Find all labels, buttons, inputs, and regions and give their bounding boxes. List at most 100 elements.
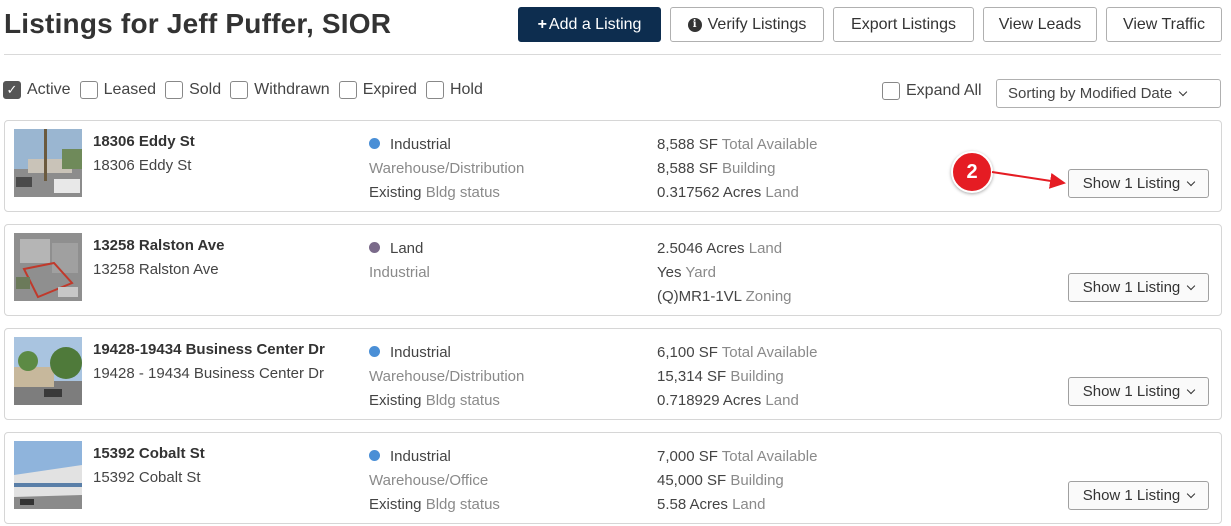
chevron-down-icon <box>1187 489 1196 498</box>
verify-listings-label: Verify Listings <box>707 15 807 33</box>
property-type: Industrial <box>390 344 451 361</box>
filter-label: Leased <box>103 81 157 98</box>
checkbox-icon[interactable] <box>882 82 900 100</box>
property-photo[interactable] <box>14 441 82 509</box>
show-listing-label: Show 1 Listing <box>1082 383 1181 400</box>
property-subtype: Warehouse/Distribution <box>369 368 525 385</box>
show-listing-button[interactable]: Show 1 Listing <box>1068 377 1209 406</box>
property-type-column: Industrial Warehouse/Distribution Existi… <box>369 341 524 413</box>
filter-label: Hold <box>449 81 483 98</box>
show-listing-label: Show 1 Listing <box>1082 175 1181 192</box>
property-photo[interactable] <box>14 129 82 197</box>
metric-label: Building <box>730 368 784 385</box>
export-listings-button[interactable]: Export Listings <box>833 7 974 42</box>
listing-address: 18306 Eddy St <box>93 157 192 174</box>
listing-address: 13258 Ralston Ave <box>93 261 219 278</box>
view-traffic-label: View Traffic <box>1122 15 1206 33</box>
plus-icon: + <box>537 15 547 33</box>
property-type: Land <box>390 240 424 257</box>
status-value: Existing <box>369 392 422 409</box>
metric-label: Total Available <box>721 344 818 361</box>
listing-card: 19428-19434 Business Center Dr 19428 - 1… <box>4 328 1222 420</box>
filter-label: Active <box>27 81 71 98</box>
metric-value: Yes <box>657 264 682 281</box>
metric-label: Zoning <box>745 288 792 305</box>
checkbox-icon[interactable] <box>79 81 98 99</box>
property-photo[interactable] <box>14 233 82 301</box>
show-listing-label: Show 1 Listing <box>1082 487 1181 504</box>
chevron-down-icon <box>1179 87 1188 96</box>
property-type: Industrial <box>390 448 451 465</box>
metric-label: Yard <box>685 264 716 281</box>
checkbox-icon[interactable] <box>165 81 184 99</box>
metric-value: 5.58 Acres <box>657 496 728 513</box>
filter-sold[interactable]: Sold <box>165 81 221 99</box>
checkbox-icon[interactable] <box>230 81 249 99</box>
checkbox-checked-icon[interactable]: ✓ <box>3 81 21 99</box>
filter-label: Expired <box>362 81 417 98</box>
status-filters: ✓ Active Leased Sold Withdrawn Expired Ho… <box>3 80 492 100</box>
property-type-column: Industrial Warehouse/Office Existing Bld… <box>369 445 500 517</box>
metric-value: 45,000 SF <box>657 472 727 489</box>
listing-name[interactable]: 19428-19434 Business Center Dr <box>93 341 325 358</box>
metric-value: 8,588 SF <box>657 136 718 153</box>
view-leads-button[interactable]: View Leads <box>983 7 1097 42</box>
metric-label: Land <box>732 496 766 513</box>
show-listing-label: Show 1 Listing <box>1082 279 1181 296</box>
listing-name[interactable]: 13258 Ralston Ave <box>93 237 224 254</box>
add-listing-label: Add a Listing <box>548 15 642 33</box>
filter-withdrawn[interactable]: Withdrawn <box>230 81 330 99</box>
type-dot-icon <box>369 346 380 357</box>
filter-label: Withdrawn <box>254 81 330 98</box>
verify-listings-button[interactable]: i Verify Listings <box>670 7 824 42</box>
metric-label: Building <box>730 472 784 489</box>
chevron-down-icon <box>1187 177 1196 186</box>
status-value: Existing <box>369 496 422 513</box>
filter-hold[interactable]: Hold <box>425 81 483 99</box>
show-listing-button[interactable]: Show 1 Listing <box>1068 481 1209 510</box>
checkbox-icon[interactable] <box>338 81 357 99</box>
type-dot-icon <box>369 450 380 461</box>
property-type: Industrial <box>390 136 451 153</box>
filter-expired[interactable]: Expired <box>338 81 417 99</box>
metric-value: 2.5046 Acres <box>657 240 745 257</box>
sort-dropdown[interactable]: Sorting by Modified Date <box>996 79 1221 108</box>
metrics-column: 7,000 SF Total Available 45,000 SF Build… <box>657 445 817 517</box>
filter-leased[interactable]: Leased <box>79 81 157 99</box>
show-listing-button[interactable]: Show 1 Listing <box>1068 169 1209 198</box>
metric-value: 0.317562 Acres <box>657 184 762 201</box>
property-subtype: Warehouse/Distribution <box>369 160 525 177</box>
chevron-down-icon <box>1187 385 1196 394</box>
metrics-column: 8,588 SF Total Available 8,588 SF Buildi… <box>657 133 817 205</box>
status-label: Bldg status <box>425 184 500 201</box>
show-listing-button[interactable]: Show 1 Listing <box>1068 273 1209 302</box>
metric-label: Total Available <box>721 136 818 153</box>
metric-label: Land <box>765 184 799 201</box>
view-traffic-button[interactable]: View Traffic <box>1106 7 1222 42</box>
expand-all-label: Expand All <box>906 82 982 99</box>
filter-label: Sold <box>189 81 222 98</box>
listing-name[interactable]: 15392 Cobalt St <box>93 445 205 462</box>
checkbox-icon[interactable] <box>425 81 444 99</box>
metric-value: 6,100 SF <box>657 344 718 361</box>
type-dot-icon <box>369 242 380 253</box>
metrics-column: 2.5046 Acres Land Yes Yard (Q)MR1-1VL Zo… <box>657 237 792 309</box>
property-type-column: Land Industrial <box>369 237 430 285</box>
annotation-badge: 2 <box>951 151 993 193</box>
listing-card: 18306 Eddy St 18306 Eddy St Industrial W… <box>4 120 1222 212</box>
metric-value: 7,000 SF <box>657 448 718 465</box>
property-photo[interactable] <box>14 337 82 405</box>
annotation-arrow-icon <box>991 171 1066 189</box>
status-label: Bldg status <box>425 496 500 513</box>
metric-value: (Q)MR1-1VL <box>657 288 742 305</box>
page-title: Listings for Jeff Puffer, SIOR <box>4 8 392 39</box>
property-subtype: Industrial <box>369 264 430 281</box>
header-divider <box>4 54 1221 55</box>
add-listing-button[interactable]: + Add a Listing <box>518 7 661 42</box>
expand-all-toggle[interactable]: Expand All <box>882 82 982 100</box>
listing-name[interactable]: 18306 Eddy St <box>93 133 195 150</box>
info-icon: i <box>687 17 702 32</box>
sort-label: Sorting by Modified Date <box>1008 85 1173 102</box>
listing-address: 19428 - 19434 Business Center Dr <box>93 365 324 382</box>
filter-active[interactable]: ✓ Active <box>3 81 71 99</box>
